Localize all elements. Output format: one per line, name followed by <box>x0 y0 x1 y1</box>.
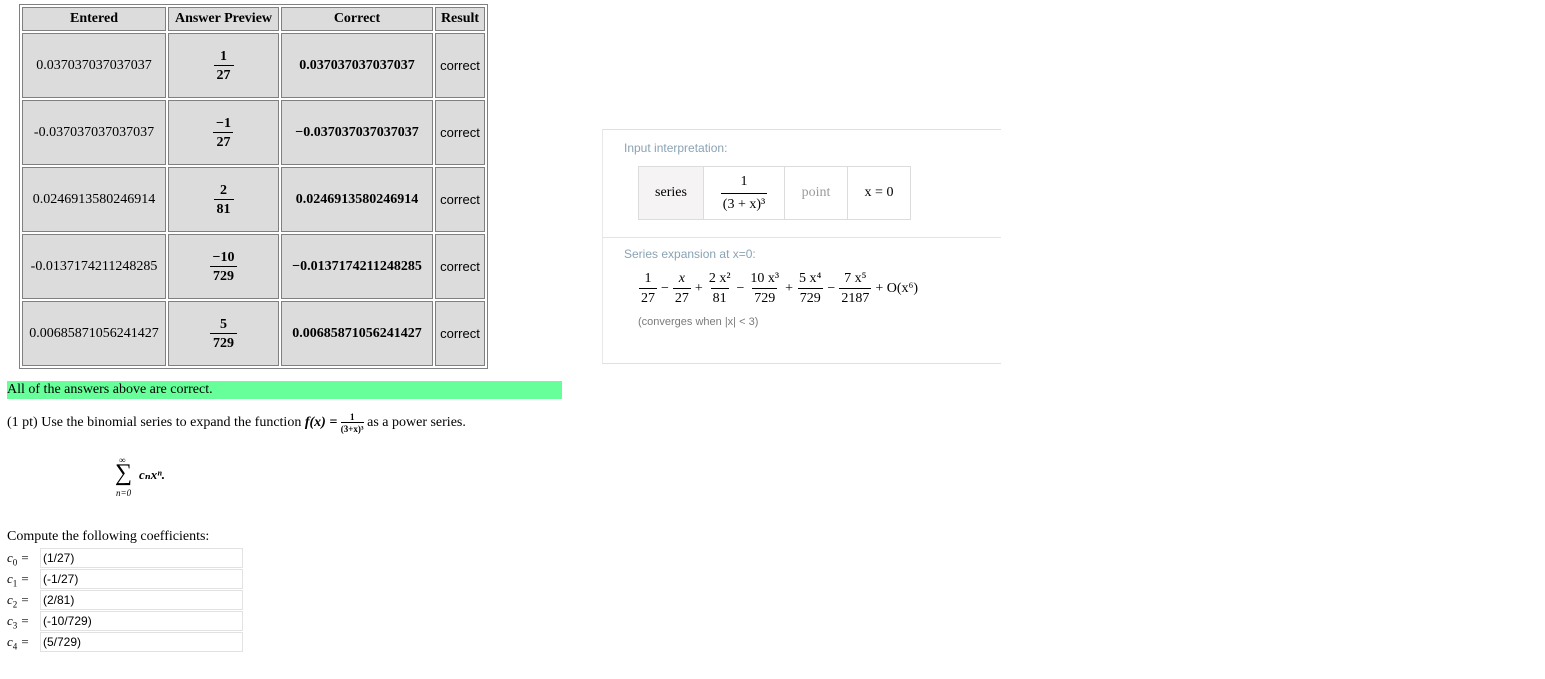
header-correct: Correct <box>281 7 433 31</box>
preview-denominator: 27 <box>213 64 234 84</box>
power-series-sum: ∞ ∑ n=0 cₙxⁿ. <box>113 455 193 500</box>
series-expansion: 1 27 − x 27 + 2 x² 81 − 10 x³ 729 + 5 x⁴ 729 … <box>639 270 922 307</box>
preview-cell: 5 729 <box>168 301 279 366</box>
correct-cell: 0.00685871056241427 <box>281 301 433 366</box>
entered-cell: 0.00685871056241427 <box>22 301 166 366</box>
result-cell: correct <box>435 301 485 366</box>
header-result: Result <box>435 7 485 31</box>
interp-point-value-cell: x = 0 <box>864 185 894 200</box>
results-table: Entered Answer Preview Correct Result 0.… <box>19 4 488 369</box>
series-term: 10 x³ 729 <box>750 271 780 306</box>
problem-statement: (1 pt) Use the binomial series to expand… <box>7 412 466 434</box>
correct-cell: 0.0246913580246914 <box>281 167 433 232</box>
entered-cell: 0.037037037037037 <box>22 33 166 98</box>
interp-point-cell: point <box>785 167 848 219</box>
problem-suffix: as a power series. <box>363 415 466 431</box>
series-operator: + <box>694 280 703 296</box>
preview-cell: 2 81 <box>168 167 279 232</box>
series-operator: + <box>785 280 794 296</box>
series-term: 1 27 <box>639 271 657 306</box>
coefficient-label: c4 = <box>7 634 30 652</box>
correct-cell: 0.037037037037037 <box>281 33 433 98</box>
series-operator: − <box>736 280 745 296</box>
preview-denominator: 81 <box>213 198 234 218</box>
series-term: 5 x⁴ 729 <box>797 271 823 306</box>
result-cell: correct <box>435 167 485 232</box>
interp-numerator: 1 <box>740 173 748 189</box>
interp-fraction: 1 (3 + x)³ <box>720 173 768 214</box>
table-row: 0.00685871056241427 5 729 0.0068587105624… <box>22 301 485 366</box>
preview-cell: −10 729 <box>168 234 279 299</box>
preview-fraction: −10 729 <box>209 249 238 285</box>
header-answer-preview: Answer Preview <box>168 7 279 31</box>
result-cell: correct <box>435 33 485 98</box>
problem-prefix: (1 pt) Use the binomial series to expand… <box>7 415 305 431</box>
entered-cell: 0.0246913580246914 <box>22 167 166 232</box>
preview-numerator: −1 <box>216 115 231 131</box>
sum-lower-limit: n=0 <box>116 488 132 498</box>
table-header-row: Entered Answer Preview Correct Result <box>22 7 485 31</box>
table-row: 0.0246913580246914 2 81 0.024691358024691… <box>22 167 485 232</box>
preview-numerator: 5 <box>220 316 227 332</box>
sum-term: cₙxⁿ. <box>139 467 165 482</box>
coefficient-label: c2 = <box>7 592 30 610</box>
preview-fraction: 1 27 <box>213 48 234 84</box>
correct-cell: −0.037037037037037 <box>281 100 433 165</box>
success-message: All of the answers above are correct. <box>7 381 562 399</box>
function-denominator: (3+x)³ <box>340 422 364 434</box>
coefficient-input-c1[interactable] <box>40 569 243 589</box>
preview-cell: 1 27 <box>168 33 279 98</box>
series-operator: − <box>827 280 836 296</box>
table-row: -0.0137174211248285 −10 729 −0.0137174211… <box>22 234 485 299</box>
sigma-icon: ∑ <box>115 460 133 486</box>
input-interpretation-title: Input interpretation: <box>624 141 728 155</box>
input-interpretation-table: series 1 (3 + x)³ point x = 0 <box>638 166 911 220</box>
preview-fraction: 2 81 <box>213 182 234 218</box>
preview-numerator: 2 <box>220 182 227 198</box>
function-name: f(x) = <box>304 415 341 431</box>
result-cell: correct <box>435 234 485 299</box>
preview-denominator: 729 <box>210 332 237 352</box>
preview-denominator: 729 <box>209 265 237 285</box>
entered-cell: -0.037037037037037 <box>22 100 166 165</box>
interp-denominator: (3 + x)³ <box>720 192 768 214</box>
result-cell: correct <box>435 100 485 165</box>
function-numerator: 1 <box>349 412 355 422</box>
series-term: 7 x⁵ 2187 <box>839 271 872 306</box>
series-tail: + O(x⁶) <box>875 280 919 296</box>
convergence-note: (converges when |x| < 3) <box>638 316 759 328</box>
compute-label: Compute the following coefficients: <box>7 529 210 544</box>
table-row: -0.037037037037037 −1 27 −0.0370370370370… <box>22 100 485 165</box>
series-operator: − <box>661 280 669 296</box>
preview-fraction: 5 729 <box>210 316 237 352</box>
interp-expression-cell: 1 (3 + x)³ <box>704 167 785 219</box>
correct-cell: −0.0137174211248285 <box>281 234 433 299</box>
preview-fraction: −1 27 <box>213 115 234 151</box>
coefficient-input-c3[interactable] <box>40 611 243 631</box>
table-row: 0.037037037037037 1 27 0.037037037037037 … <box>22 33 485 98</box>
coefficient-input-c0[interactable] <box>40 548 243 568</box>
function-fraction: 1 (3+x)³ <box>340 412 364 434</box>
interp-series-cell: series <box>639 167 704 219</box>
preview-denominator: 27 <box>213 131 234 151</box>
wolfram-result-panel: Input interpretation: series 1 (3 + x)³ p… <box>602 129 1001 364</box>
preview-cell: −1 27 <box>168 100 279 165</box>
coefficient-label: c1 = <box>7 571 30 589</box>
preview-numerator: 1 <box>220 48 227 64</box>
pod-divider <box>603 237 1001 238</box>
coefficient-label: c0 = <box>7 550 30 568</box>
header-entered: Entered <box>22 7 166 31</box>
entered-cell: -0.0137174211248285 <box>22 234 166 299</box>
preview-numerator: −10 <box>212 249 235 265</box>
series-term: 2 x² 81 <box>708 271 731 306</box>
series-term: x 27 <box>672 271 691 306</box>
coefficient-label: c3 = <box>7 613 30 631</box>
series-expansion-title: Series expansion at x=0: <box>624 247 756 261</box>
coefficient-input-c2[interactable] <box>40 590 243 610</box>
coefficient-input-c4[interactable] <box>40 632 243 652</box>
